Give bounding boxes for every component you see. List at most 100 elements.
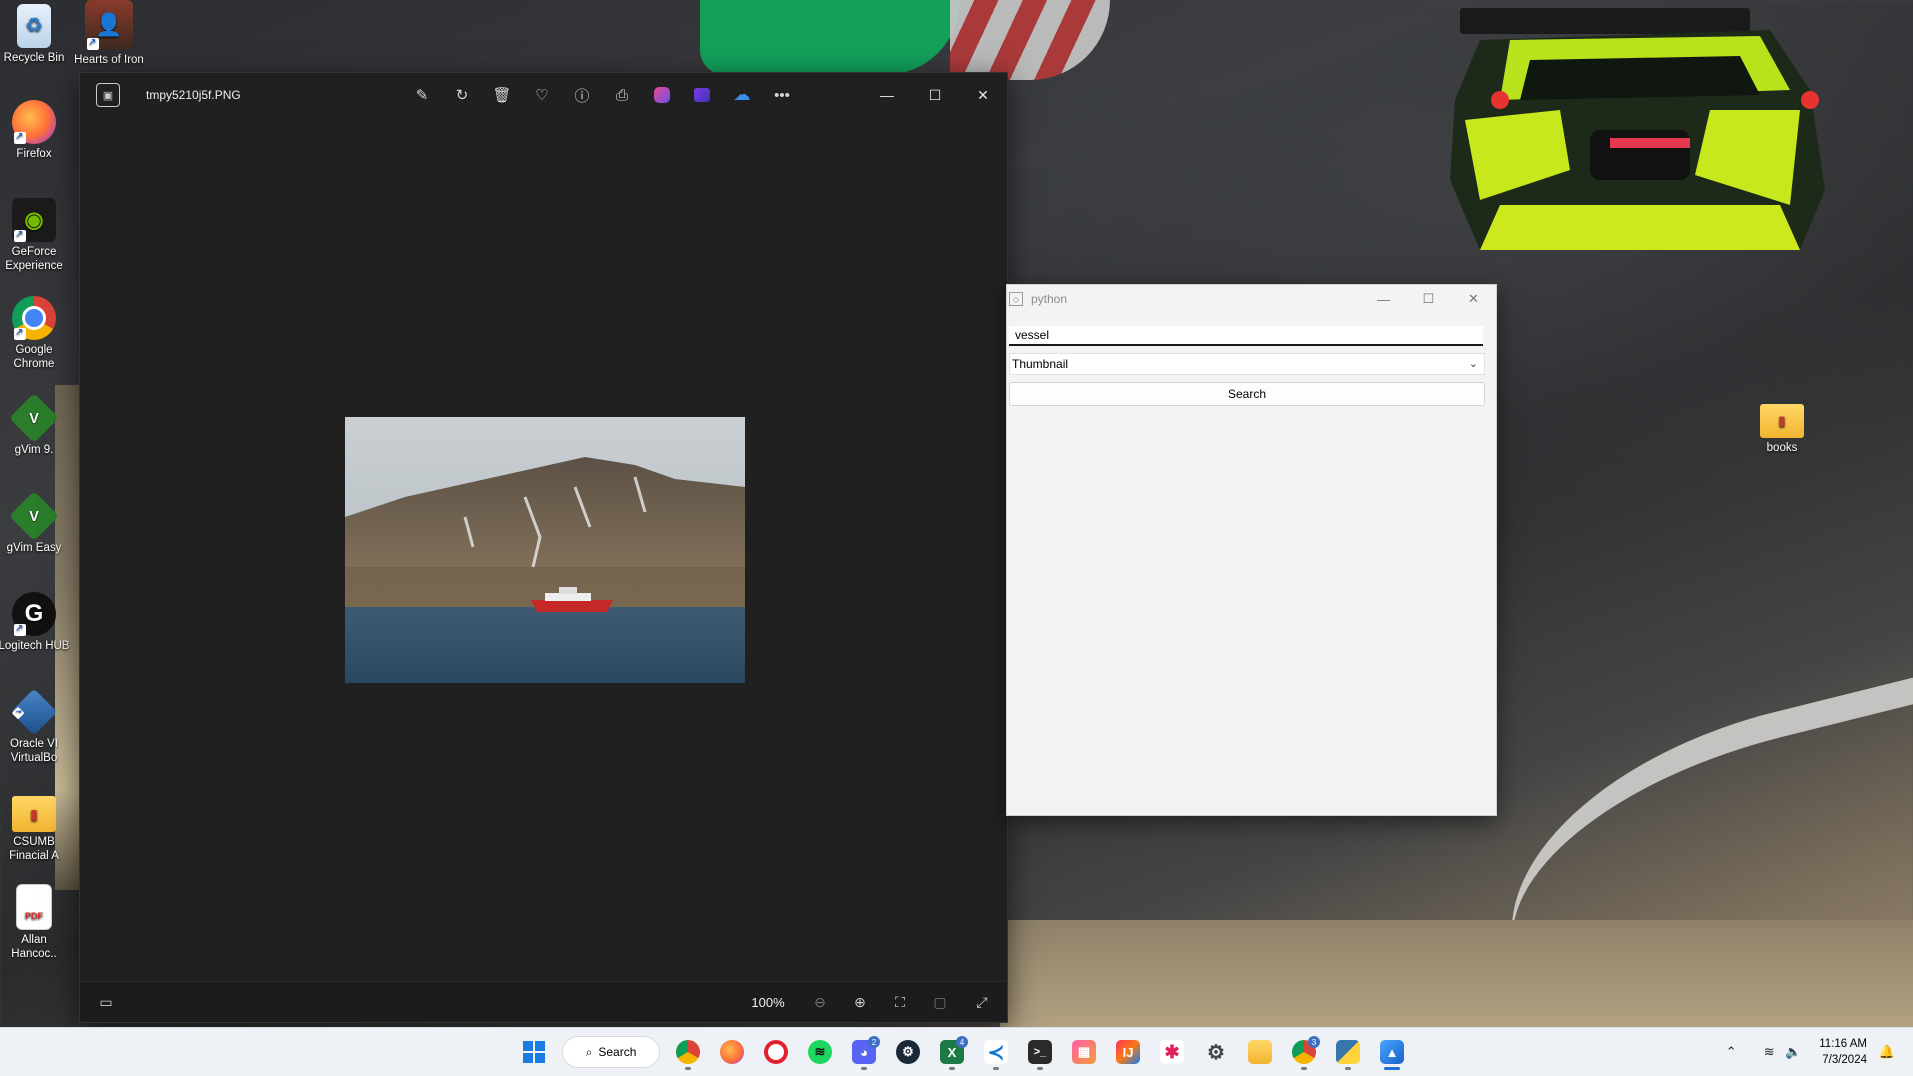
- python-window[interactable]: ◇ python — ☐ ✕ Thumbnail ⌄ Search: [1006, 284, 1497, 816]
- rotate-icon[interactable]: ↻: [442, 78, 482, 112]
- python-titlebar[interactable]: ◇ python — ☐ ✕: [1007, 285, 1496, 313]
- desktop-icon-gvim-easy[interactable]: V gVim Easy: [0, 491, 70, 555]
- taskbar-chrome-profile[interactable]: 3: [1282, 1032, 1326, 1072]
- photos-icon: ▦: [1072, 1040, 1096, 1064]
- more-icon[interactable]: •••: [762, 78, 802, 112]
- taskbar-terminal[interactable]: >_: [1018, 1032, 1062, 1072]
- opera-icon: [764, 1040, 788, 1064]
- desktop-icon-label: Allan Hancoc..: [11, 934, 57, 960]
- python-window-title: python: [1031, 292, 1068, 306]
- taskbar-chrome[interactable]: [666, 1032, 710, 1072]
- desktop-icon-label: Firefox: [16, 148, 52, 160]
- python-window-controls: — ☐ ✕: [1361, 285, 1496, 313]
- zoom-level[interactable]: 100%: [738, 982, 798, 1022]
- photos-app-icon: ▲: [1380, 1040, 1404, 1064]
- desktop-icon-books-folder[interactable]: ▮ books: [1746, 398, 1818, 455]
- taskbar-discord[interactable]: ◕ 2: [842, 1032, 886, 1072]
- desktop-icon-allan-hancock-pdf[interactable]: PDF Allan Hancoc..: [0, 884, 70, 961]
- taskbar-search-label: Search: [598, 1045, 637, 1059]
- clipchamp-icon[interactable]: [682, 78, 722, 112]
- taskbar-photos-app[interactable]: ▲: [1370, 1032, 1414, 1072]
- search-icon: ⌕: [585, 1044, 593, 1059]
- desktop-icon-label: Hearts of Iron: [74, 54, 144, 66]
- photos-filename: tmpy5210j5f.PNG: [146, 88, 241, 102]
- python-window-icon: ◇: [1009, 292, 1023, 306]
- minimize-button[interactable]: —: [863, 73, 911, 117]
- taskbar-firefox[interactable]: [710, 1032, 754, 1072]
- desktop-icon-chrome[interactable]: Google Chrome: [0, 296, 70, 371]
- copilot-icon[interactable]: [642, 78, 682, 112]
- taskbar-excel[interactable]: X4: [930, 1032, 974, 1072]
- taskbar-settings[interactable]: ⚙: [1194, 1032, 1238, 1072]
- taskbar-vscode[interactable]: ≺: [974, 1032, 1018, 1072]
- desktop-icon-label: GeForce Experience: [5, 246, 63, 272]
- start-button[interactable]: [512, 1032, 556, 1072]
- vscode-icon: ≺: [984, 1040, 1008, 1064]
- maximize-button[interactable]: ☐: [1406, 285, 1451, 313]
- settings-icon: ⚙: [1207, 1041, 1225, 1064]
- desktop-icon-virtualbox[interactable]: Oracle VI VirtualBo: [0, 688, 70, 765]
- search-input[interactable]: [1009, 326, 1483, 346]
- desktop-icon-label: gVim Easy: [6, 542, 62, 554]
- firefox-icon: [720, 1040, 744, 1064]
- view-mode-select[interactable]: Thumbnail ⌄: [1009, 353, 1485, 375]
- taskbar-spotify[interactable]: ≋: [798, 1032, 842, 1072]
- chevron-down-icon: ⌄: [1468, 358, 1478, 370]
- taskbar-file-explorer[interactable]: [1238, 1032, 1282, 1072]
- desktop-icon-hearts-of-iron[interactable]: 👤 Hearts of Iron: [73, 0, 145, 67]
- volume-icon[interactable]: 🔈: [1781, 1044, 1805, 1060]
- taskbar-opera[interactable]: [754, 1032, 798, 1072]
- gvim-icon: V: [9, 393, 59, 443]
- search-button[interactable]: Search: [1009, 382, 1485, 406]
- desktop-icon-logitech[interactable]: G Logitech HUB: [0, 592, 70, 653]
- chrome-icon: [12, 296, 56, 340]
- windows-logo-icon: [523, 1041, 545, 1063]
- edit-image-icon[interactable]: ✎: [402, 78, 442, 112]
- taskbar-search[interactable]: ⌕ Search: [562, 1036, 660, 1068]
- desktop-icon-label: books: [1766, 442, 1798, 454]
- minimize-button[interactable]: —: [1361, 285, 1406, 313]
- slack-icon: ✱: [1160, 1040, 1184, 1064]
- chevron-up-icon[interactable]: ⌃: [1719, 1044, 1743, 1060]
- fit-to-window-icon[interactable]: ⛶: [882, 982, 918, 1022]
- taskbar-steam[interactable]: ⚙: [886, 1032, 930, 1072]
- wifi-icon[interactable]: ≋: [1757, 1044, 1781, 1060]
- taskbar-photos[interactable]: ▦: [1062, 1032, 1106, 1072]
- desktop-icon-csumb-folder[interactable]: ▮ CSUMB Finacial A: [0, 788, 70, 863]
- taskbar-python[interactable]: [1326, 1032, 1370, 1072]
- close-button[interactable]: ✕: [1451, 285, 1496, 313]
- desktop-icon-geforce[interactable]: ◉ GeForce Experience: [0, 198, 70, 273]
- info-icon[interactable]: ⓘ: [562, 78, 602, 112]
- gvim-icon: V: [9, 491, 59, 541]
- onedrive-icon[interactable]: ☁: [722, 78, 762, 112]
- maximize-button[interactable]: ☐: [911, 73, 959, 117]
- photos-app-icon: ▣: [96, 83, 120, 107]
- photos-titlebar[interactable]: ▣ tmpy5210j5f.PNG ✎ ↻ 🗑 ♡ ⓘ ⎙ ☁ ••• — ☐ …: [80, 73, 1007, 117]
- zoom-out-icon[interactable]: ⊖: [802, 982, 838, 1022]
- notification-bell-icon[interactable]: 🔔: [1875, 1044, 1899, 1060]
- clock[interactable]: 11:16 AM 7/3/2024: [1819, 1036, 1867, 1068]
- filmstrip-icon[interactable]: ▭: [88, 982, 124, 1022]
- favorite-icon[interactable]: ♡: [522, 78, 562, 112]
- desktop-icon-gvim[interactable]: V gVim 9.: [0, 393, 70, 457]
- actual-size-icon[interactable]: ▢: [922, 982, 958, 1022]
- taskbar-intellij[interactable]: IJ: [1106, 1032, 1150, 1072]
- chrome-icon: [676, 1040, 700, 1064]
- clock-date: 7/3/2024: [1822, 1054, 1867, 1066]
- print-icon[interactable]: ⎙: [602, 78, 642, 112]
- fullscreen-icon[interactable]: ⤢: [964, 982, 1000, 1022]
- system-tray: ⌃ ≋ 🔈 11:16 AM 7/3/2024 🔔: [1719, 1028, 1913, 1076]
- virtualbox-icon: [10, 688, 58, 736]
- desktop-icon-firefox[interactable]: Firefox: [0, 100, 70, 161]
- shortcut-arrow-icon: [14, 130, 26, 144]
- photos-window[interactable]: ▣ tmpy5210j5f.PNG ✎ ↻ 🗑 ♡ ⓘ ⎙ ☁ ••• — ☐ …: [79, 72, 1008, 1023]
- delete-icon[interactable]: 🗑: [482, 78, 522, 112]
- taskbar-slack[interactable]: ✱: [1150, 1032, 1194, 1072]
- desktop-icon-recycle-bin[interactable]: ♻ Recycle Bin: [0, 4, 70, 65]
- python-icon: [1336, 1040, 1360, 1064]
- close-button[interactable]: ✕: [959, 73, 1007, 117]
- wallpaper-sand: [1000, 920, 1913, 1030]
- photo-mountain-vessel[interactable]: [345, 417, 745, 683]
- wallpaper-curb-red: [950, 0, 1110, 80]
- zoom-in-icon[interactable]: ⊕: [842, 982, 878, 1022]
